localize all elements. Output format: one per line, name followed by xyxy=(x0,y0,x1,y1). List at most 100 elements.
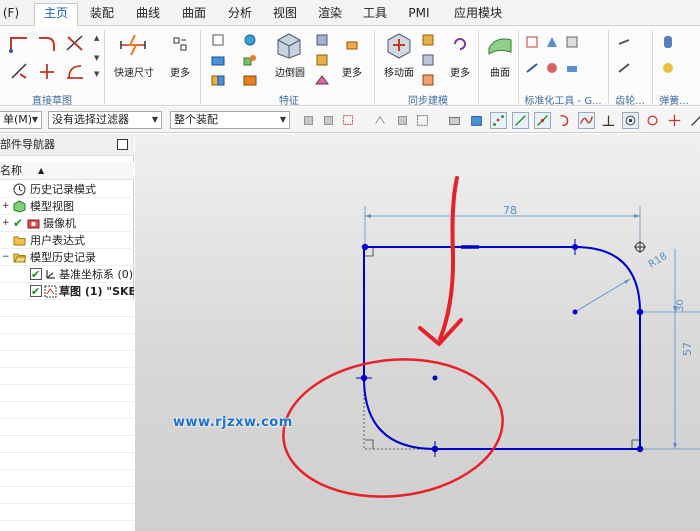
tree-item-model-history[interactable]: − 模型历史记录 xyxy=(0,249,134,266)
edge-blend-button[interactable]: 边倒圆 xyxy=(268,64,312,79)
file-menu[interactable]: (F) xyxy=(0,4,22,24)
chamfer-icon[interactable] xyxy=(314,32,330,48)
select-feature-icon[interactable] xyxy=(300,112,317,129)
selection-filter-select[interactable]: 没有选择过滤器 ▼ xyxy=(48,111,162,129)
quick-dimension-icon[interactable] xyxy=(118,32,148,58)
graphics-window[interactable]: 78 R18 30 57 www.rjzxw.com xyxy=(135,134,700,531)
snap-point-icon[interactable] xyxy=(490,112,507,129)
spring-tool-2-icon[interactable] xyxy=(660,60,676,76)
tab-render[interactable]: 渲染 xyxy=(314,4,346,24)
std-tool-4-icon[interactable] xyxy=(524,60,540,76)
snap-quadrant-icon[interactable] xyxy=(644,112,661,129)
tab-surface[interactable]: 曲面 xyxy=(178,4,210,24)
select-face-icon[interactable] xyxy=(340,112,357,129)
dim-width-text[interactable]: 78 xyxy=(503,204,517,217)
gear-tool-2-icon[interactable] xyxy=(616,60,632,76)
sketch-constraint-icon[interactable] xyxy=(8,60,30,82)
snap-center-icon[interactable] xyxy=(622,112,639,129)
tab-applications[interactable]: 应用模块 xyxy=(448,4,508,24)
surface-icon[interactable] xyxy=(486,30,514,58)
collapse-minus-icon[interactable]: − xyxy=(2,249,10,265)
sketch-arc-icon[interactable] xyxy=(36,32,58,54)
more-grid-icon[interactable] xyxy=(172,36,188,52)
group-spring-label: 弹簧... xyxy=(659,96,689,107)
std-tool-5-icon[interactable] xyxy=(544,60,560,76)
tab-tools[interactable]: 工具 xyxy=(359,4,391,24)
std-tool-1-icon[interactable] xyxy=(524,34,540,50)
trim-body-icon[interactable] xyxy=(314,72,330,88)
tab-pmi[interactable]: PMI xyxy=(403,4,435,24)
dim-right-top-text[interactable]: 30 xyxy=(675,299,686,312)
view-shaded-icon[interactable] xyxy=(468,112,485,129)
more-sync-icon[interactable] xyxy=(452,36,468,52)
move-face-icon[interactable] xyxy=(384,30,414,60)
tab-assembly[interactable]: 装配 xyxy=(86,4,118,24)
tree-item-sketch[interactable]: 草图 (1) "SKET xyxy=(0,283,134,300)
pattern-icon[interactable] xyxy=(242,52,258,68)
std-tool-6-icon[interactable] xyxy=(564,60,580,76)
std-tool-2-icon[interactable] xyxy=(544,34,560,50)
scroll-down-icon[interactable]: ▼ xyxy=(94,54,110,70)
spring-tool-1-icon[interactable] xyxy=(660,34,676,50)
expand-plus-icon[interactable]: + xyxy=(2,215,10,231)
sketch-fillet-icon[interactable] xyxy=(64,60,86,82)
sketch-trim-icon[interactable] xyxy=(64,32,86,54)
snap-curve-icon[interactable] xyxy=(556,112,573,129)
surface-button[interactable]: 曲面 xyxy=(484,64,516,79)
snap-endpoint-icon[interactable] xyxy=(512,112,529,129)
snap-perpendicular-icon[interactable] xyxy=(600,112,617,129)
select-component-icon[interactable] xyxy=(394,112,411,129)
select-edge-icon[interactable] xyxy=(372,112,389,129)
tab-analysis[interactable]: 分析 xyxy=(224,4,256,24)
offset-region-icon[interactable] xyxy=(420,52,436,68)
quick-dimension-button[interactable]: 快速尺寸 xyxy=(110,64,158,79)
dim-height-text[interactable]: 57 xyxy=(681,342,694,356)
more-feature-icon[interactable] xyxy=(344,36,360,52)
sketch-extend-icon[interactable] xyxy=(36,60,58,82)
menu-dropdown[interactable]: 单(M) ▼ xyxy=(0,111,42,129)
visibility-checkbox[interactable] xyxy=(30,283,42,299)
dim-line-radius xyxy=(574,278,631,313)
navigator-empty-rows xyxy=(0,300,134,531)
more-button-2[interactable]: 更多 xyxy=(336,64,368,79)
column-header[interactable]: 名称 ▲ xyxy=(0,162,134,180)
maximize-icon[interactable] xyxy=(117,139,128,150)
unite-icon[interactable] xyxy=(210,72,226,88)
revolve-icon[interactable] xyxy=(210,52,226,68)
tree-item-model-views[interactable]: + 模型视图 xyxy=(0,198,134,215)
shell-icon[interactable] xyxy=(242,72,258,88)
more-button-1[interactable]: 更多 xyxy=(164,64,196,79)
replace-face-icon[interactable] xyxy=(420,72,436,88)
tree-item-datum-csys[interactable]: 基准坐标系 (0) xyxy=(0,266,134,283)
expand-gallery-icon[interactable]: ▼ xyxy=(94,70,110,86)
edge-blend-icon[interactable] xyxy=(274,30,304,60)
view-solid-icon[interactable] xyxy=(446,112,463,129)
tree-item-camera[interactable]: + ✔ 摄像机 xyxy=(0,215,134,232)
move-face-button[interactable]: 移动面 xyxy=(378,64,420,79)
std-tool-3-icon[interactable] xyxy=(564,34,580,50)
tab-view[interactable]: 视图 xyxy=(269,4,301,24)
scope-select[interactable]: 整个装配 ▼ xyxy=(170,111,290,129)
group-feature-label: 特征 xyxy=(279,96,299,107)
extrude-icon[interactable] xyxy=(210,32,226,48)
expand-plus-icon[interactable]: + xyxy=(2,198,10,214)
tree-item-history-mode[interactable]: 历史记录模式 xyxy=(0,181,134,198)
rect-select-icon[interactable] xyxy=(414,112,431,129)
tab-curve[interactable]: 曲线 xyxy=(132,4,164,24)
more-button-3[interactable]: 更多 xyxy=(444,64,476,79)
pull-face-icon[interactable] xyxy=(420,32,436,48)
sketch-line-icon[interactable] xyxy=(8,32,30,54)
tree-item-user-expressions[interactable]: 用户表达式 xyxy=(0,232,134,249)
dim-radius-text[interactable]: R18 xyxy=(647,251,670,271)
gear-tool-1-icon[interactable] xyxy=(616,34,632,50)
hole-icon[interactable] xyxy=(242,32,258,48)
scroll-up-icon[interactable]: ▲ xyxy=(94,34,110,50)
snap-crosshair-icon[interactable] xyxy=(666,112,683,129)
tab-home[interactable]: 主页 xyxy=(34,3,78,27)
snap-midpoint-icon[interactable] xyxy=(534,112,551,129)
draft-icon[interactable] xyxy=(314,52,330,68)
snap-intersection-icon[interactable] xyxy=(578,112,595,129)
select-body-icon[interactable] xyxy=(320,112,337,129)
visibility-checkbox[interactable] xyxy=(30,266,42,282)
snap-more-icon[interactable] xyxy=(688,112,700,129)
